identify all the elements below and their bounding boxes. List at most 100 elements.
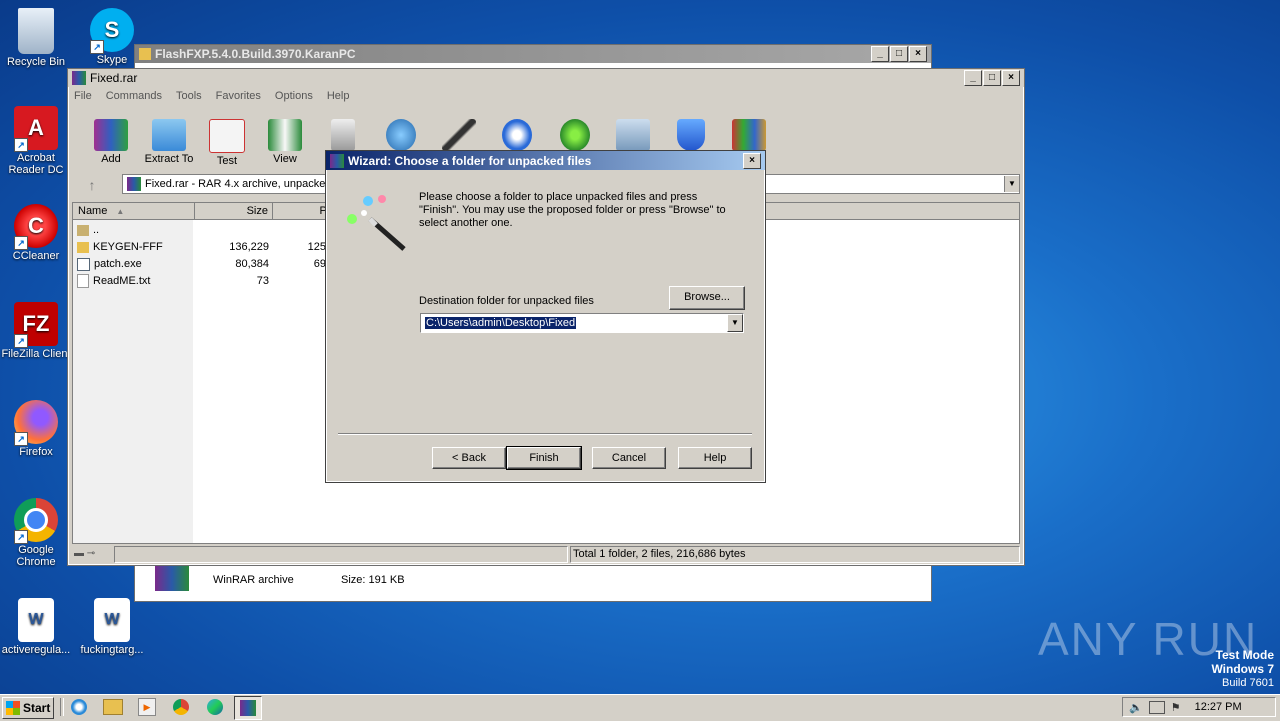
desktop-icon-firefox[interactable]: ↗ Firefox: [0, 400, 72, 458]
skype-icon: S ↗: [90, 8, 134, 54]
desktop-icon-chrome[interactable]: ↗ Google Chrome: [0, 498, 72, 568]
edge-icon: [207, 699, 223, 715]
sfx-icon: [732, 119, 766, 151]
desktop-icon-label: activeregula...: [1, 644, 71, 656]
row-name: patch.exe: [94, 258, 142, 270]
table-row[interactable]: ..: [77, 222, 337, 238]
chrome-taskbar-button[interactable]: [168, 696, 194, 718]
desktop-icon-filezilla[interactable]: FZ ↗ FileZilla Client: [0, 302, 72, 360]
media-player-icon: ▶: [138, 698, 156, 716]
exe-icon: [77, 257, 90, 271]
edge-taskbar-button[interactable]: [202, 696, 228, 718]
column-name-label: Name: [78, 205, 108, 217]
table-row[interactable]: patch.exe 80,384 69,: [77, 256, 337, 272]
desktop-icon-word-doc-2[interactable]: W fuckingtarg...: [76, 598, 148, 656]
minimize-button[interactable]: _: [871, 46, 889, 62]
close-button[interactable]: ×: [743, 152, 761, 169]
network-icon[interactable]: [1148, 700, 1165, 714]
magic-wand-icon: [442, 119, 476, 151]
volume-icon[interactable]: 🔈: [1129, 701, 1143, 714]
menu-help[interactable]: Help: [327, 90, 350, 102]
finish-button[interactable]: Finish: [506, 446, 582, 470]
desktop-icon-ccleaner[interactable]: C ↗ CCleaner: [0, 204, 72, 262]
table-row[interactable]: KEYGEN-FFF 136,229 125,: [77, 239, 337, 255]
desktop-icon-label: Google Chrome: [16, 544, 56, 568]
add-label: Add: [101, 153, 121, 165]
test-button[interactable]: Test: [198, 119, 256, 167]
winrar-titlebar[interactable]: Fixed.rar _ □ ×: [68, 69, 1024, 87]
row-name: ..: [93, 224, 100, 236]
add-button[interactable]: Add: [82, 119, 140, 167]
add-icon: [94, 119, 128, 151]
browse-button[interactable]: Browse...: [669, 286, 745, 310]
chrome-icon: ↗: [14, 498, 58, 544]
maximize-button[interactable]: □: [983, 70, 1001, 86]
menu-tools[interactable]: Tools: [176, 90, 202, 102]
bug-icon: [560, 119, 590, 151]
close-button[interactable]: ×: [1002, 70, 1020, 86]
folder-up-icon: [77, 224, 89, 236]
destination-input[interactable]: C:\Users\admin\Desktop\Fixed: [425, 317, 577, 329]
table-row[interactable]: ReadME.txt 73: [77, 273, 337, 289]
desktop-icon-acrobat[interactable]: A ↗ Acrobat Reader DC: [0, 106, 72, 176]
word-document-icon: W: [94, 598, 130, 642]
ie-taskbar-button[interactable]: [66, 696, 92, 718]
status-text: Total 1 folder, 2 files, 216,686 bytes: [570, 546, 1020, 563]
minimize-button[interactable]: _: [964, 70, 982, 86]
winrar-taskbar-button[interactable]: [234, 696, 262, 720]
help-button[interactable]: Help: [678, 447, 752, 469]
extract-to-button[interactable]: Extract To: [140, 119, 198, 167]
test-mode-line3: Build 7601: [1222, 677, 1274, 689]
chevron-down-icon[interactable]: ▼: [1004, 176, 1019, 192]
desktop-icon-recycle-bin[interactable]: Recycle Bin: [0, 8, 72, 68]
maximize-button[interactable]: □: [890, 46, 908, 62]
menu-file[interactable]: File: [74, 90, 92, 102]
back-button[interactable]: < Back: [432, 447, 506, 469]
chevron-down-icon[interactable]: ▼: [727, 314, 743, 332]
column-size[interactable]: Size: [194, 203, 273, 219]
row-size: 80,384: [235, 258, 269, 270]
desktop-icon-label: Acrobat Reader DC: [8, 152, 64, 176]
wizard-icon: [330, 153, 344, 168]
view-button[interactable]: View: [256, 119, 314, 167]
explorer-taskbar-button[interactable]: [100, 696, 126, 718]
winrar-archive-icon: [155, 565, 189, 591]
divider: [338, 433, 752, 435]
window-title: FlashFXP.5.4.0.Build.3970.KaranPC: [155, 47, 356, 61]
quick-launch-separator: [60, 698, 64, 716]
close-button[interactable]: ×: [909, 46, 927, 62]
desktop-icon-label: Recycle Bin: [6, 56, 66, 68]
up-button[interactable]: ↑: [80, 177, 104, 195]
menu-commands[interactable]: Commands: [106, 90, 162, 102]
drive-icon: ▬ ⊸: [74, 548, 96, 559]
flashfxp-titlebar[interactable]: FlashFXP.5.4.0.Build.3970.KaranPC _ □ ×: [135, 45, 931, 63]
sort-up-icon: ▲: [116, 207, 125, 216]
firefox-icon: ↗: [14, 400, 58, 446]
folder-icon: [152, 119, 186, 151]
wizard-dialog[interactable]: Wizard: Choose a folder for unpacked fil…: [325, 150, 766, 483]
file-type: WinRAR archive: [213, 574, 294, 586]
test-mode-line1: Test Mode: [1215, 648, 1274, 662]
start-label: Start: [23, 701, 51, 715]
row-name: KEYGEN-FFF: [93, 241, 163, 253]
cancel-button[interactable]: Cancel: [592, 447, 666, 469]
media-player-taskbar-button[interactable]: ▶: [134, 696, 160, 718]
destination-label: Destination folder for unpacked files: [419, 295, 594, 307]
status-left-pane: [114, 546, 568, 563]
start-button[interactable]: Start: [2, 697, 54, 719]
winrar-icon: [240, 700, 256, 716]
magnifier-icon: [386, 119, 416, 151]
path-text: Fixed.rar - RAR 4.x archive, unpacke: [145, 178, 326, 190]
menu-favorites[interactable]: Favorites: [216, 90, 261, 102]
menu-options[interactable]: Options: [275, 90, 313, 102]
comment-icon: [616, 119, 650, 151]
chrome-icon: [173, 699, 189, 715]
desktop-icon-word-doc-1[interactable]: W activeregula...: [0, 598, 72, 656]
action-center-flag-icon[interactable]: ⚑: [1171, 701, 1181, 714]
destination-combobox[interactable]: C:\Users\admin\Desktop\Fixed ▼: [420, 313, 744, 333]
wizard-titlebar[interactable]: Wizard: Choose a folder for unpacked fil…: [326, 151, 765, 170]
desktop-icon-label: Firefox: [19, 446, 53, 458]
column-name[interactable]: Name ▲: [73, 203, 195, 219]
clock[interactable]: 12:27 PM: [1195, 701, 1242, 713]
shield-icon: [677, 119, 705, 151]
